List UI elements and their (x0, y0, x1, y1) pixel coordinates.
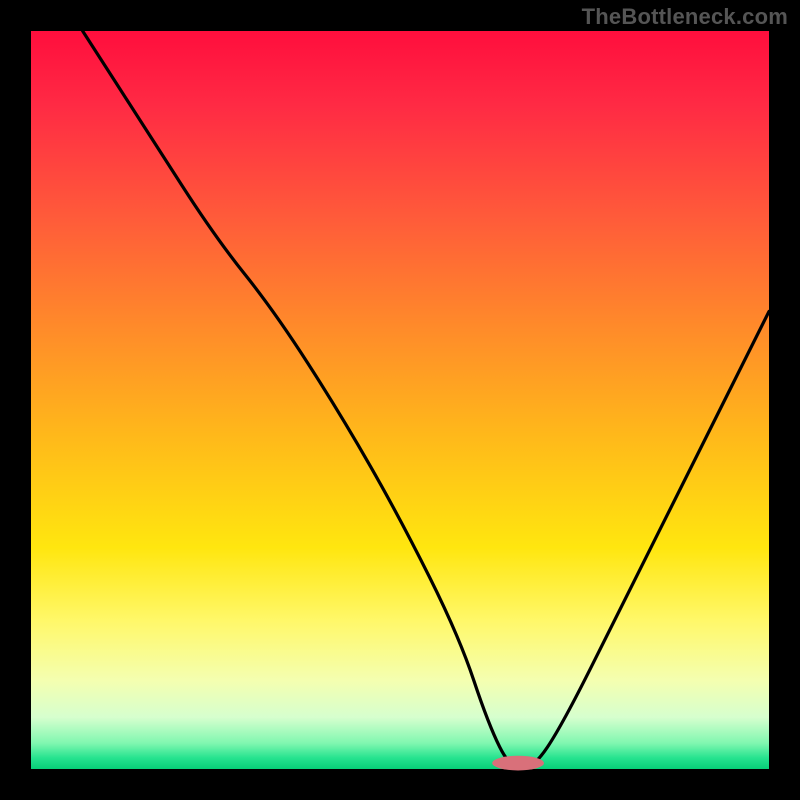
watermark-text: TheBottleneck.com (582, 4, 788, 30)
gradient-background (31, 31, 769, 769)
bottleneck-chart (0, 0, 800, 800)
chart-frame: { "watermark": { "text": "TheBottleneck.… (0, 0, 800, 800)
optimum-marker (492, 756, 544, 771)
